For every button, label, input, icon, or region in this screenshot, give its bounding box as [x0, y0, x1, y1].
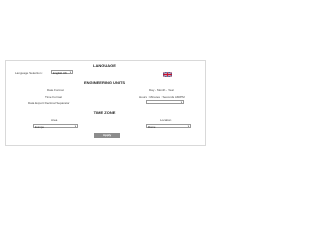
time-format-value[interactable]: Hours : Minutes : Seconds AM/PM — [139, 95, 185, 99]
decimal-separator-select[interactable]: . ▾ — [146, 100, 184, 105]
date-format-value[interactable]: Day - Month - Year — [149, 88, 174, 92]
apply-button[interactable]: Apply — [94, 133, 120, 138]
language-heading: LANGUAGE — [93, 63, 116, 68]
decimal-separator-value: . — [148, 101, 149, 105]
uk-flag-icon — [163, 72, 172, 77]
chevron-down-icon: ▾ — [187, 125, 189, 128]
location-select[interactable]: Rome ▾ — [146, 124, 191, 129]
decimal-separator-label: Data Export Decimal Separator — [28, 101, 70, 105]
engineering-units-heading: ENGINEERING UNITS — [83, 80, 126, 85]
language-selection-label: Language Selection : — [15, 71, 44, 75]
language-select-value: English UK — [53, 71, 67, 75]
area-select-value: Europe — [35, 125, 45, 129]
language-select[interactable]: English UK ▾ — [51, 70, 73, 75]
location-select-value: Rome — [148, 125, 156, 129]
location-label: Location — [160, 118, 172, 122]
time-format-label: Time Format — [45, 95, 62, 99]
chevron-down-icon: ▾ — [69, 71, 71, 74]
date-format-label: Date Format — [47, 88, 64, 92]
chevron-down-icon: ▾ — [180, 101, 182, 104]
area-label: Area — [51, 118, 58, 122]
time-zone-heading: TIME ZONE — [93, 110, 116, 115]
chevron-down-icon: ▾ — [74, 125, 76, 128]
area-select[interactable]: Europe ▾ — [33, 124, 78, 129]
